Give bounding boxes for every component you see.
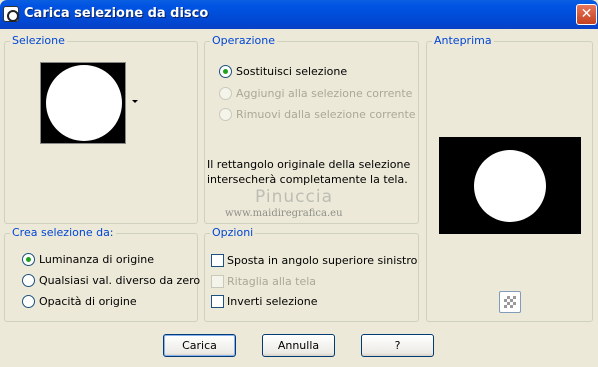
radio-label: Luminanza di origine (39, 253, 154, 266)
operation-description: Il rettangolo originale della selezione … (207, 157, 410, 187)
selezione-legend: Selezione (10, 34, 67, 47)
annulla-button[interactable]: Annulla (262, 334, 335, 357)
radio-label: Qualsiasi val. diverso da zero (39, 274, 201, 287)
checkbox-label: Inverti selezione (227, 295, 318, 308)
description-line-1: Il rettangolo originale della selezione (207, 158, 411, 171)
preview-canvas (439, 137, 581, 234)
crea-legend: Crea selezione da: (10, 226, 116, 239)
anteprima-panel: Anteprima (426, 34, 593, 322)
carica-button[interactable]: Carica (163, 334, 236, 357)
radio-label: Rimuovi dalla selezione corrente (236, 108, 416, 121)
checkerboard-glyph (504, 296, 516, 308)
radio-label: Aggiungi alla selezione corrente (236, 87, 413, 100)
radio-sostituisci[interactable]: Sostituisci selezione (219, 65, 347, 78)
checkbox-label: Sposta in angolo superiore sinistro (227, 254, 418, 267)
selezione-panel: Selezione (4, 34, 198, 224)
checkbox-inverti[interactable]: Inverti selezione (211, 295, 318, 308)
anteprima-legend: Anteprima (432, 34, 494, 47)
description-line-2: intersecherà completamente la tela. (207, 173, 408, 186)
dropdown-arrow-icon[interactable] (132, 100, 138, 103)
radio-aggiungi[interactable]: Aggiungi alla selezione corrente (219, 87, 412, 100)
radio-button[interactable] (219, 87, 232, 100)
checkbox[interactable] (211, 295, 224, 308)
crea-selezione-panel: Crea selezione da: Luminanza di origine … (4, 226, 200, 322)
radio-button[interactable] (22, 274, 35, 287)
preview-circle (474, 150, 546, 222)
checkbox[interactable] (211, 275, 224, 288)
radio-button[interactable] (22, 253, 35, 266)
radio-button[interactable] (22, 295, 35, 308)
radio-button[interactable] (219, 65, 232, 78)
checkbox-label: Ritaglia alla tela (227, 275, 317, 288)
watermark-url: www.maidiregrafica.eu (225, 208, 343, 219)
opzioni-legend: Opzioni (210, 226, 256, 239)
radio-opacita[interactable]: Opacità di origine (22, 295, 137, 308)
close-button[interactable]: ✕ (576, 4, 597, 25)
window-title: Carica selezione da disco (24, 6, 209, 21)
app-icon (3, 6, 19, 22)
checkbox-sposta[interactable]: Sposta in angolo superiore sinistro (211, 254, 417, 267)
radio-button[interactable] (219, 108, 232, 121)
checkbox-ritaglia[interactable]: Ritaglia alla tela (211, 275, 316, 288)
opzioni-panel: Opzioni Sposta in angolo superiore sinis… (204, 226, 419, 322)
operazione-panel: Operazione Sostituisci selezione Aggiung… (204, 34, 419, 224)
title-bar: Carica selezione da disco ✕ (0, 0, 598, 29)
selection-thumbnail[interactable] (40, 62, 126, 144)
radio-luminanza[interactable]: Luminanza di origine (22, 253, 154, 266)
radio-label: Opacità di origine (39, 295, 137, 308)
radio-qualsiasi[interactable]: Qualsiasi val. diverso da zero (22, 274, 200, 287)
watermark-name: Pinuccia (255, 187, 333, 207)
radio-rimuovi[interactable]: Rimuovi dalla selezione corrente (219, 108, 416, 121)
operazione-legend: Operazione (210, 34, 277, 47)
help-button[interactable]: ? (361, 334, 434, 357)
selection-circle (46, 65, 122, 141)
radio-label: Sostituisci selezione (236, 65, 348, 78)
transparency-toggle-icon[interactable] (499, 291, 521, 313)
checkbox[interactable] (211, 254, 224, 267)
